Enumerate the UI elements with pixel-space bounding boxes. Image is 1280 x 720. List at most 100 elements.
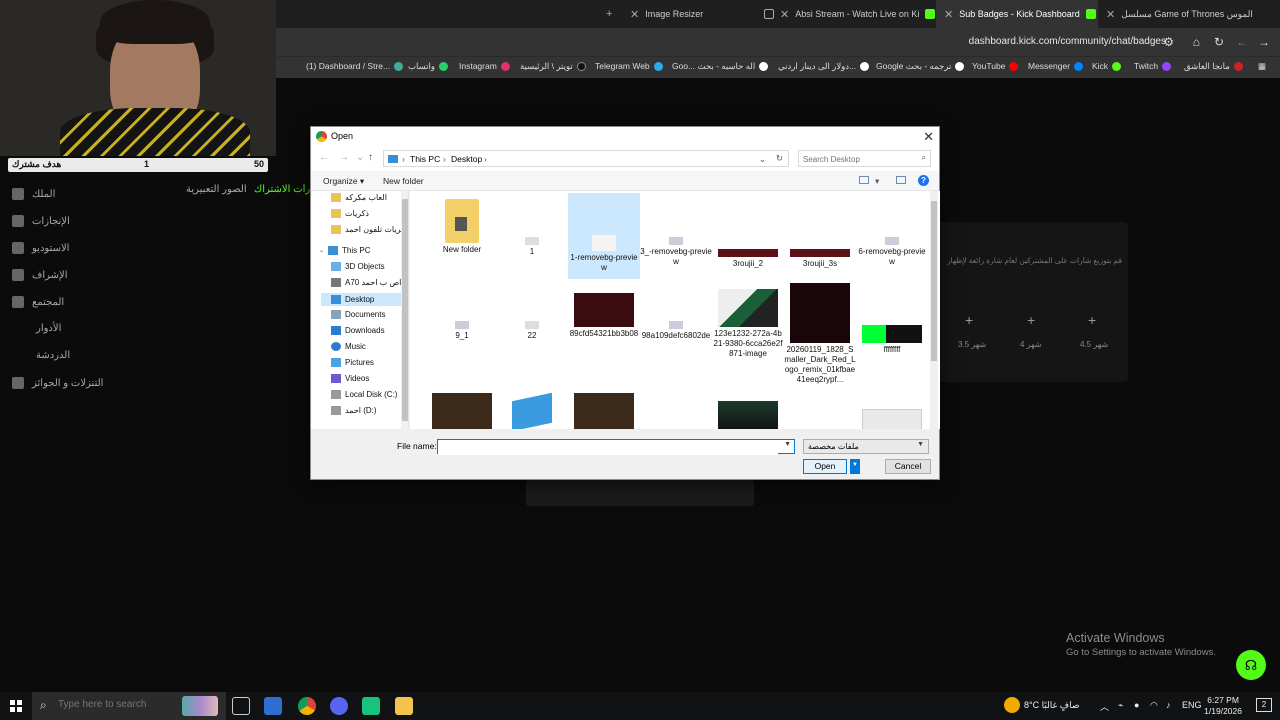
weather-icon[interactable] <box>1004 697 1020 713</box>
back-icon[interactable]: → <box>1258 35 1270 49</box>
chevron-down-icon[interactable]: ▾ <box>875 176 879 187</box>
file-name-input[interactable] <box>438 441 778 455</box>
nav-music[interactable]: Music <box>331 342 366 351</box>
reload-icon[interactable]: ↻ <box>1214 35 1224 49</box>
bookmark-item[interactable]: واتساب <box>408 61 449 72</box>
sidebar-item-studio[interactable]: الاستوديو <box>12 242 69 254</box>
taskbar-search-input[interactable] <box>58 699 178 710</box>
file-item[interactable]: 6-removebg-preview <box>856 199 928 267</box>
bookmark-item[interactable]: Google ترجمه - بحث <box>876 61 965 72</box>
close-icon[interactable]: ✕ <box>923 129 934 145</box>
new-tab-button[interactable]: + <box>598 0 622 28</box>
sidebar-item-king[interactable]: الملك <box>12 188 55 200</box>
windows-start-icon[interactable] <box>10 700 22 712</box>
bookmark-item[interactable]: دولار الى دينار اردني... <box>778 61 870 72</box>
breadcrumb-desktop[interactable]: Desktop <box>451 154 482 164</box>
app-icon[interactable] <box>362 697 380 715</box>
close-icon[interactable]: ✕ <box>944 8 953 21</box>
nav-downloads[interactable]: Downloads <box>331 326 385 335</box>
file-item[interactable]: 22 <box>496 321 568 341</box>
file-item[interactable]: ffffffff <box>856 325 928 355</box>
nav-folder[interactable]: كريات تلفون احمد <box>331 225 405 234</box>
chevron-up-icon[interactable]: ︿ <box>1100 700 1109 713</box>
new-folder-button[interactable]: New folder <box>383 176 424 186</box>
search-field[interactable]: ⌕ <box>798 150 931 167</box>
nav-documents[interactable]: Documents <box>331 310 385 319</box>
task-view-icon[interactable] <box>232 697 250 715</box>
nav-local-disk[interactable]: Local Disk (C:) <box>331 390 397 399</box>
file-item[interactable]: 3roujii_3s <box>784 199 856 269</box>
refresh-icon[interactable]: ↻ <box>776 153 783 164</box>
nav-3d-objects[interactable]: 3D Objects <box>331 262 385 271</box>
file-item[interactable] <box>568 393 640 429</box>
store-icon[interactable] <box>264 697 282 715</box>
file-item[interactable]: 3_-removebg-preview <box>640 199 712 267</box>
sidebar-item-achievements[interactable]: الإنجازات <box>12 215 70 227</box>
sidebar-item-chat[interactable]: الدردشة <box>36 350 70 361</box>
organize-button[interactable]: Organize ▾ <box>323 176 364 187</box>
open-options-button[interactable]: ▼ <box>850 459 860 474</box>
bookmark-item[interactable]: Goo... اله حاسبه - بحث <box>672 61 769 72</box>
file-item[interactable]: 9_1 <box>426 321 498 341</box>
chrome-icon[interactable] <box>298 697 316 715</box>
file-item[interactable]: 123e1232-272a-4b21-9380-6cca26e2f871-ima… <box>712 289 784 359</box>
bookmark-item[interactable]: Telegram Web <box>595 61 663 71</box>
help-icon[interactable]: ? <box>918 175 929 186</box>
nav-this-pc[interactable]: ⌄ This PC <box>319 246 370 255</box>
forward-icon[interactable]: → <box>339 152 349 163</box>
site-settings-icon[interactable]: ⚙ <box>1163 35 1174 49</box>
tab-absi-stream[interactable]: ✕ Absi Stream - Watch Live on Ki <box>756 0 936 28</box>
bookmark-item[interactable]: مانجا العاشق <box>1184 61 1243 72</box>
navpane-scrollbar[interactable] <box>401 191 408 429</box>
file-name-field[interactable]: ▼ <box>437 439 795 455</box>
chevron-down-icon[interactable]: ▼ <box>784 441 791 448</box>
bookmark-item[interactable]: YouTube <box>972 61 1019 71</box>
close-icon[interactable]: ✕ <box>630 8 639 21</box>
bookmark-item[interactable]: (1) Dashboard / Stre... <box>306 61 404 71</box>
bookmark-item[interactable]: تويتر \ الرئيسية <box>520 61 586 72</box>
open-button[interactable]: Open <box>803 459 847 474</box>
files-scrollbar[interactable] <box>930 191 938 429</box>
preview-pane-icon[interactable] <box>896 176 906 184</box>
apps-grid-icon[interactable]: ▦ <box>1258 61 1266 72</box>
close-icon[interactable]: ✕ <box>1106 8 1115 21</box>
weather-text[interactable]: 8°C صافٍ غالبًا <box>1024 700 1079 711</box>
volume-icon[interactable]: ♪ <box>1166 700 1171 710</box>
file-item[interactable]: 1 <box>496 199 568 257</box>
sidebar-item-moderation[interactable]: الإشراف <box>12 269 68 281</box>
breadcrumb-this-pc[interactable]: This PC <box>410 154 440 164</box>
bookmark-item[interactable]: Kick <box>1092 61 1122 71</box>
file-item[interactable] <box>496 392 568 429</box>
forward-icon[interactable]: ← <box>1236 35 1248 49</box>
sidebar-item-drops[interactable]: التنزلات و الجوائز <box>12 377 103 389</box>
breadcrumb[interactable]: › This PC › Desktop › ⌄ ↻ <box>383 150 789 167</box>
cancel-button[interactable]: Cancel <box>885 459 931 474</box>
save-button[interactable] <box>526 480 754 506</box>
tab-game-of-thrones[interactable]: ✕ مسلسل Game of Thrones الموس <box>1098 0 1256 28</box>
file-explorer-icon[interactable] <box>395 697 413 715</box>
bookmark-item[interactable]: Messenger <box>1028 61 1084 71</box>
tab-image-resizer[interactable]: ✕ Image Resizer <box>622 0 756 28</box>
network-icon[interactable]: ⌁ <box>1118 700 1123 711</box>
nav-pictures[interactable]: Pictures <box>331 358 374 367</box>
view-options-icon[interactable] <box>859 176 869 184</box>
microphone-icon[interactable]: ● <box>1134 700 1139 710</box>
home-icon[interactable]: ⌂ <box>1193 35 1200 49</box>
bookmark-item[interactable]: Instagram <box>459 61 510 71</box>
back-icon[interactable]: ← <box>319 152 329 163</box>
chevron-down-icon[interactable]: ⌄ <box>759 154 766 165</box>
support-chat-button[interactable]: ☊ <box>1236 650 1266 680</box>
wifi-icon[interactable]: ◠ <box>1150 700 1158 711</box>
up-folder-icon[interactable]: ↑ <box>368 152 373 163</box>
tab-emotes[interactable]: الصور التعبيرية <box>186 184 247 195</box>
close-icon[interactable]: ✕ <box>780 8 789 21</box>
discord-icon[interactable] <box>330 697 348 715</box>
file-item[interactable]: New folder <box>426 199 498 255</box>
file-item[interactable] <box>856 409 928 429</box>
sidebar-item-roles[interactable]: الأدوار <box>36 323 61 334</box>
add-badge-button[interactable]: + <box>1088 312 1096 328</box>
taskbar-search[interactable]: ⌕ <box>32 692 226 720</box>
nav-phone[interactable]: A70 خاص ب احمد <box>331 278 407 287</box>
file-item[interactable] <box>426 393 498 429</box>
nav-videos[interactable]: Videos <box>331 374 369 383</box>
